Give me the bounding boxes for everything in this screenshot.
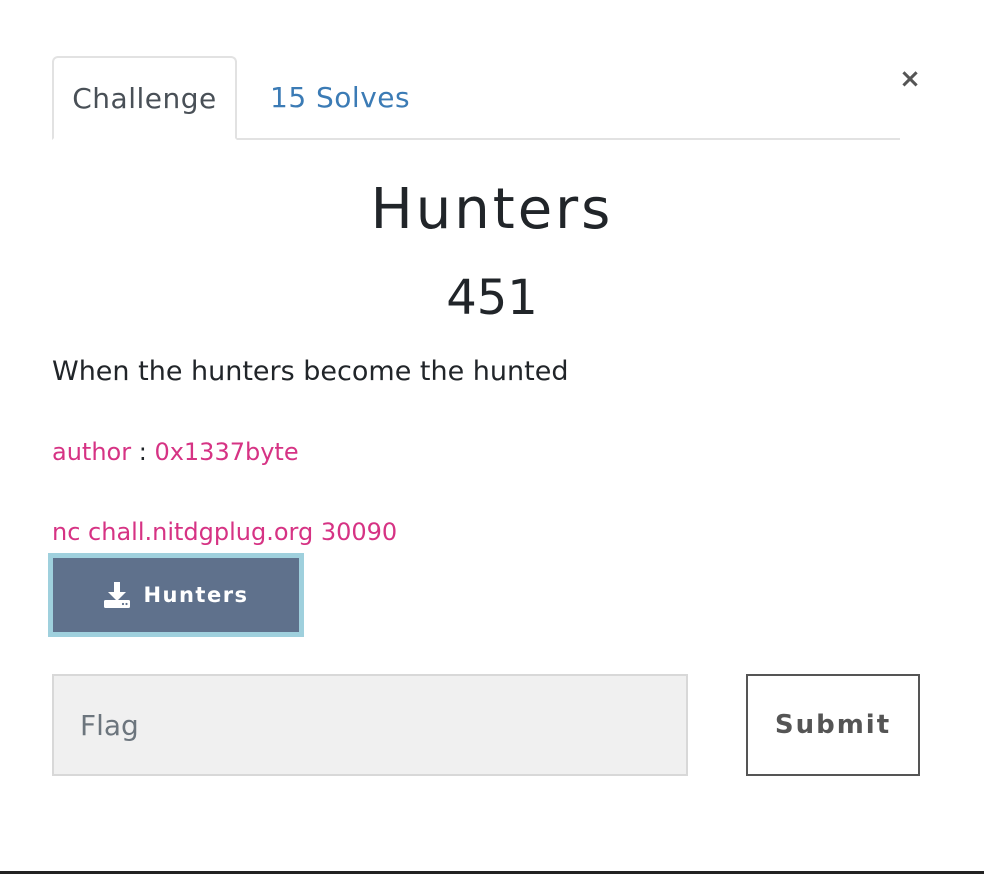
download-icon [104, 582, 131, 608]
challenge-modal: × Challenge 15 Solves Hunters 451 When t… [0, 0, 984, 874]
author-label: author [52, 438, 132, 466]
challenge-description: When the hunters become the hunted [52, 356, 569, 387]
download-label: Hunters [143, 583, 249, 607]
author-name: 0x1337byte [154, 438, 299, 466]
flag-input[interactable] [52, 674, 688, 776]
download-file-button[interactable]: Hunters [48, 553, 304, 637]
challenge-points: 451 [446, 270, 538, 326]
challenge-title: Hunters [370, 177, 614, 242]
author-separator: : [131, 438, 155, 466]
submit-button[interactable]: Submit [746, 674, 920, 776]
author-line: author : 0x1337byte [52, 434, 299, 470]
tab-challenge[interactable]: Challenge [52, 56, 237, 140]
tab-bar: Challenge 15 Solves [52, 56, 900, 140]
tab-solves[interactable]: 15 Solves [270, 56, 410, 140]
connection-string: nc chall.nitdgplug.org 30090 [52, 518, 398, 546]
close-icon[interactable]: × [897, 64, 923, 94]
